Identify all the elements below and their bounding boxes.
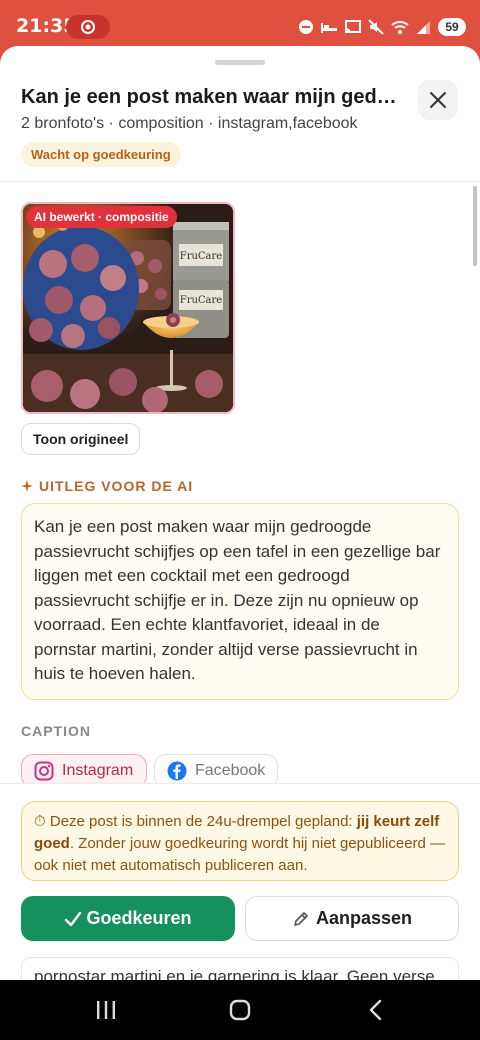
battery-icon: 59 [438, 18, 466, 36]
close-icon [430, 92, 446, 108]
tab-facebook-label: Facebook [195, 762, 266, 779]
status-icons: 59 [298, 15, 466, 39]
page-title: Kan je een post maken waar mijn gedro… [21, 86, 401, 108]
close-button[interactable] [418, 80, 458, 120]
post-meta: 2 bronfoto's · composition · instagram,f… [21, 115, 358, 132]
jar-label: FruCare [180, 251, 223, 262]
timer-icon: ⏱ [34, 813, 46, 830]
edit-button[interactable]: Aanpassen [245, 896, 459, 941]
jar-label: FruCare [180, 295, 223, 306]
recents-button[interactable] [86, 994, 126, 1026]
caption-heading: CAPTION [21, 723, 91, 739]
cast-icon [345, 20, 361, 34]
approve-button[interactable]: Goedkeuren [21, 896, 235, 941]
ai-explanation-text: Kan je een post maken waar mijn gedroogd… [21, 503, 459, 700]
generated-image[interactable]: FruCare FruCare [21, 202, 235, 414]
sparkle-icon [21, 480, 33, 492]
record-icon[interactable] [66, 15, 110, 39]
header-divider [0, 181, 480, 182]
pencil-icon [294, 911, 308, 926]
do-not-disturb-icon [299, 20, 313, 34]
home-button[interactable] [220, 994, 260, 1026]
status-badge: Wacht op goedkeuring [21, 142, 181, 167]
show-original-button[interactable]: Toon origineel [21, 423, 141, 455]
check-icon [65, 911, 82, 926]
post-detail-sheet: Kan je een post maken waar mijn gedro… 2… [0, 46, 480, 980]
wifi-icon [391, 21, 409, 34]
tab-instagram-label: Instagram [62, 762, 134, 779]
approve-button-label: Goedkeuren [86, 908, 192, 928]
back-button[interactable] [356, 994, 396, 1026]
mute-icon [368, 19, 384, 35]
ai-edited-tag: AI bewerkt · compositie [26, 206, 177, 228]
facebook-icon [167, 761, 187, 781]
approval-notice: ⏱ Deze post is binnen de 24u-drempel gep… [21, 801, 459, 881]
back-icon [369, 999, 382, 1021]
edit-button-label: Aanpassen [315, 908, 413, 928]
notice-text-after: . Zonder jouw goedkeuring wordt hij niet… [34, 835, 446, 874]
ai-explanation-heading: UITLEG VOOR DE AI [21, 478, 193, 494]
signal-icon [417, 21, 430, 34]
notice-text-before: Deze post is binnen de 24u-drempel gepla… [49, 813, 357, 830]
system-nav-bar [0, 980, 480, 1040]
scrollbar[interactable] [473, 186, 477, 266]
ai-explanation-heading-label: UITLEG VOOR DE AI [39, 478, 194, 494]
caption-preview: pornostar martini en je garnering is kla… [21, 957, 459, 980]
status-bar: 21:35 59 [0, 0, 480, 48]
recents-icon [97, 1001, 115, 1019]
drag-handle[interactable] [215, 60, 265, 65]
sleep-icon [321, 23, 337, 33]
home-icon [229, 999, 251, 1021]
instagram-icon [34, 761, 54, 781]
approval-panel: ⏱ Deze post is binnen de 24u-drempel gep… [0, 783, 480, 980]
